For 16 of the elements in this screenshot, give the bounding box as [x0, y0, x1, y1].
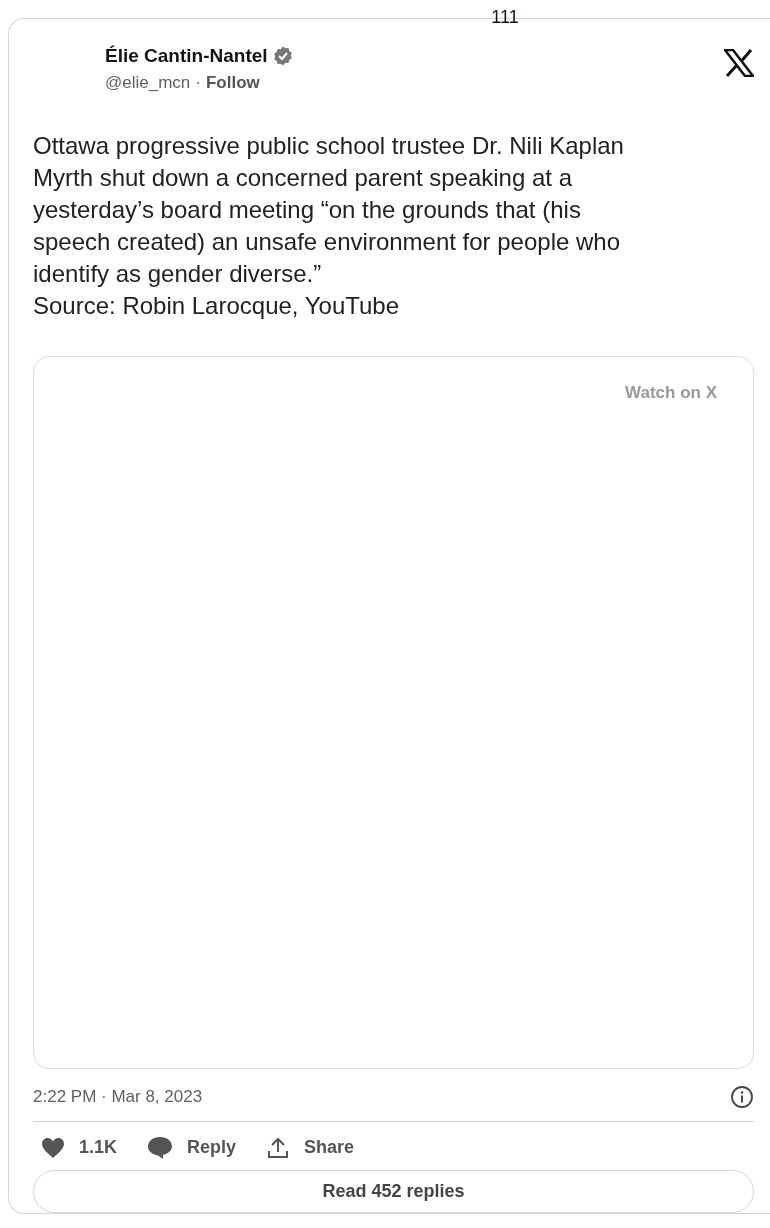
x-logo-icon[interactable] [724, 49, 754, 77]
page-number: 111 [491, 6, 519, 28]
author-name[interactable]: Élie Cantin-Nantel [105, 45, 268, 67]
heart-icon [41, 1136, 65, 1159]
timestamp: 2:22 PM · Mar 8, 2023 [33, 1086, 203, 1107]
share-button[interactable]: Share [266, 1135, 355, 1160]
reply-button[interactable]: Reply [147, 1135, 237, 1160]
read-replies-button[interactable]: Read 452 replies [33, 1169, 754, 1213]
speech-bubble-icon [147, 1135, 174, 1160]
author-handle: @elie_mcn [105, 73, 191, 93]
tweet-text: Ottawa progressive public school trustee Dr. Nili Kaplan Myrth shut down a concerned parent speaking at a yesterday’s board meeting “on the grounds that (his speech created) an unsafe environment for people who identify as gender diverse.” Source: Robin Larocque, YouTube [33, 131, 625, 321]
like-button[interactable]: 1.1K [41, 1135, 118, 1160]
separator: · [195, 73, 201, 93]
info-icon[interactable] [730, 1084, 754, 1109]
share-icon [266, 1135, 291, 1160]
follow-link[interactable]: Follow [205, 73, 260, 93]
